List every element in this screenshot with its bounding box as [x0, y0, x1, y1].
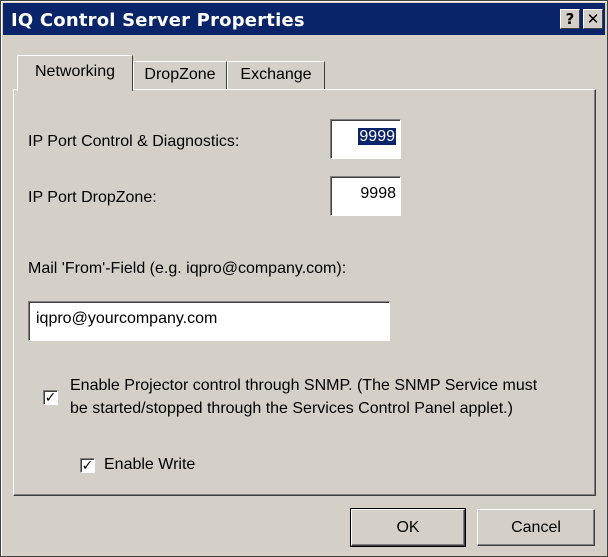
tab-networking[interactable]: Networking: [17, 55, 133, 91]
enable-write-checkbox[interactable]: ✓: [80, 458, 95, 473]
mail-from-value: iqpro@yourcompany.com: [36, 310, 218, 327]
enable-write-label: Enable Write: [104, 456, 196, 473]
close-button[interactable]: ✕: [583, 9, 603, 29]
ok-button[interactable]: OK: [350, 508, 466, 547]
mail-from-input[interactable]: iqpro@yourcompany.com: [28, 301, 390, 341]
checkmark-icon: ✓: [44, 389, 57, 405]
port-dropzone-label: IP Port DropZone:: [28, 189, 157, 206]
port-control-value: 9999: [358, 128, 396, 145]
help-icon: ?: [565, 10, 575, 28]
help-button[interactable]: ?: [560, 9, 580, 29]
tab-label: Networking: [34, 63, 116, 80]
snmp-checkbox-label-line1: Enable Projector control through SNMP. (…: [70, 377, 538, 394]
title-bar[interactable]: IQ Control Server Properties ? ✕: [3, 3, 605, 35]
snmp-checkbox[interactable]: ✓: [43, 390, 58, 405]
checkmark-icon: ✓: [81, 457, 94, 473]
tab-label: Exchange: [240, 66, 312, 83]
tab-exchange[interactable]: Exchange: [227, 61, 325, 89]
properties-dialog: IQ Control Server Properties ? ✕ Network…: [0, 0, 608, 557]
tab-label: DropZone: [144, 66, 216, 83]
close-icon: ✕: [586, 10, 600, 28]
port-control-input[interactable]: 9999: [330, 119, 401, 159]
mail-from-label: Mail 'From'-Field (e.g. iqpro@company.co…: [28, 260, 347, 277]
cancel-button-label: Cancel: [511, 519, 561, 536]
window-title: IQ Control Server Properties: [11, 10, 305, 31]
port-dropzone-value: 9998: [360, 185, 396, 202]
tab-dropzone[interactable]: DropZone: [133, 61, 227, 89]
port-control-label: IP Port Control & Diagnostics:: [28, 133, 240, 150]
ok-button-label: OK: [396, 519, 420, 536]
networking-panel: IP Port Control & Diagnostics: 9999 IP P…: [13, 89, 596, 496]
snmp-checkbox-label-line2: be started/stopped through the Services …: [70, 400, 513, 417]
cancel-button[interactable]: Cancel: [477, 509, 595, 546]
port-dropzone-input[interactable]: 9998: [330, 176, 401, 216]
